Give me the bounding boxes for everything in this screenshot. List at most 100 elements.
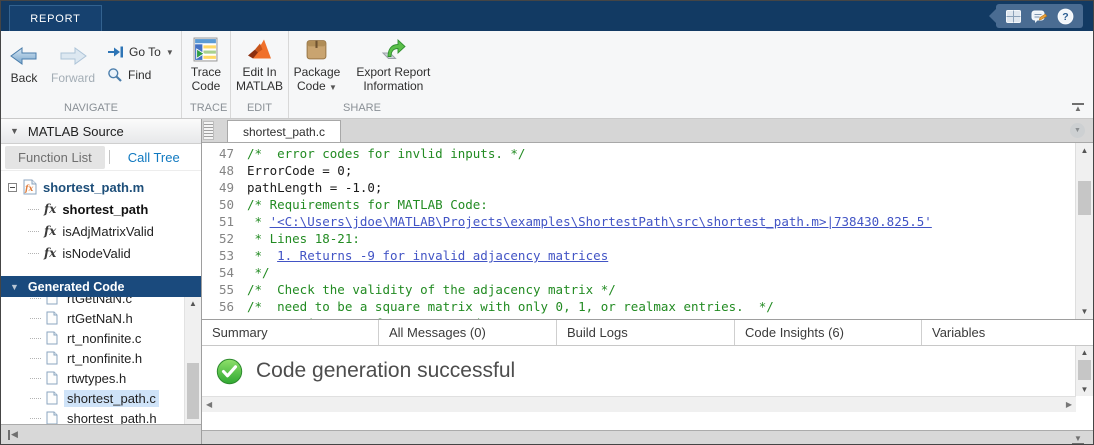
file-item-rtgetnan-c[interactable]: rtGetNaN.c: [1, 297, 201, 308]
back-button[interactable]: Back: [9, 37, 39, 85]
file-label: rt_nonfinite.h: [64, 350, 145, 367]
line-number: 53: [202, 247, 234, 264]
package-code-button[interactable]: Package Code ▼: [294, 37, 341, 95]
document-icon: [46, 331, 58, 345]
editor-scrollbar[interactable]: ▲ ▼: [1075, 143, 1093, 319]
tree-item-shortest-path[interactable]: fxshortest_path: [1, 198, 201, 220]
file-item-shortest-path-h[interactable]: shortest_path.h: [1, 408, 201, 424]
bottom-tab-all-messages-0[interactable]: All Messages (0): [379, 320, 557, 345]
bottom-tab-build-logs[interactable]: Build Logs: [557, 320, 735, 345]
line-number: 57: [202, 315, 234, 319]
code-line-56: 56/* need to be a square matrix with onl…: [202, 298, 1075, 315]
editor-tabbar: shortest_path.c ▼: [202, 119, 1093, 143]
file-label: rtGetNaN.h: [64, 310, 136, 327]
code-requirement-link[interactable]: '<C:\Users\jdoe\MATLAB\Projects\examples…: [270, 214, 932, 229]
tree-item-root-file[interactable]: fx shortest_path.m: [1, 176, 201, 198]
collapse-sidebar-icon[interactable]: ◀: [8, 429, 18, 440]
editor-tab-shortest-path-c[interactable]: shortest_path.c: [227, 120, 341, 142]
content-area: shortest_path.c ▼ 47/* error codes for i…: [202, 119, 1093, 444]
export-report-icon: [380, 37, 406, 62]
code-text: /* Check the validity of the adjacency m…: [247, 282, 616, 297]
splitter-grip-icon[interactable]: [203, 121, 214, 140]
code-lines[interactable]: 47/* error codes for invlid inputs. */48…: [202, 143, 1075, 319]
scroll-left-icon[interactable]: ◀: [206, 397, 212, 412]
code-line-49: 49pathLength = -1.0;: [202, 179, 1075, 196]
code-text: ErrorCode = 0;: [247, 163, 352, 178]
code-requirement-link[interactable]: 1. Returns -9 for invalid adjacency matr…: [277, 248, 608, 263]
tab-function-list[interactable]: Function List: [5, 146, 105, 169]
titlebar: REPORT ?: [1, 1, 1093, 31]
tree-connector: [28, 253, 39, 254]
code-line-51: 51 * '<C:\Users\jdoe\MATLAB\Projects\exa…: [202, 213, 1075, 230]
layout-grid-icon[interactable]: [1005, 8, 1022, 25]
file-item-rt-nonfinite-h[interactable]: rt_nonfinite.h: [1, 348, 201, 368]
tree-item-isnodevalid[interactable]: fxisNodeValid: [1, 242, 201, 264]
collapse-minus-icon[interactable]: [8, 183, 17, 192]
minimize-toolstrip-icon[interactable]: ▲: [1072, 103, 1084, 112]
matlab-source-header[interactable]: ▼ MATLAB Source: [1, 119, 201, 144]
document-icon: [46, 391, 58, 405]
ribbon-group-edit: Edit In MATLAB EDIT: [230, 31, 288, 118]
scroll-up-icon[interactable]: ▲: [185, 299, 201, 308]
find-button[interactable]: Find: [107, 67, 174, 83]
code-line-53: 53 * 1. Returns -9 for invalid adjacency…: [202, 247, 1075, 264]
file-label: rt_nonfinite.c: [64, 330, 144, 347]
sidebar: ▼ MATLAB Source Function List Call Tree …: [1, 119, 202, 444]
bottom-panel-body: Code generation successful ▲ ▼: [202, 346, 1093, 396]
file-item-rt-nonfinite-c[interactable]: rt_nonfinite.c: [1, 328, 201, 348]
bottom-tab-summary[interactable]: Summary: [202, 320, 379, 345]
export-report-button[interactable]: Export Report Information: [356, 37, 430, 93]
bottom-panel-scrollbar[interactable]: ▲ ▼: [1075, 346, 1093, 396]
code-line-54: 54 */: [202, 264, 1075, 281]
annotate-comment-icon[interactable]: [1031, 8, 1048, 25]
matlab-logo-icon: [247, 37, 273, 62]
tree-connector: [30, 398, 41, 399]
scroll-up-icon[interactable]: ▲: [1076, 146, 1093, 155]
file-item-rtwtypes-h[interactable]: rtwtypes.h: [1, 368, 201, 388]
tree-connector: [30, 338, 41, 339]
edit-in-matlab-button[interactable]: Edit In MATLAB: [236, 37, 283, 93]
code-text: * Lines 18-21:: [247, 231, 360, 246]
goto-dropdown-arrow: ▼: [166, 48, 174, 57]
code-generation-status-text: Code generation successful: [256, 359, 515, 383]
generated-code-header[interactable]: ▼ Generated Code: [1, 276, 201, 297]
svg-text:fx: fx: [24, 183, 33, 193]
goto-button[interactable]: Go To ▼: [107, 45, 174, 59]
code-line-52: 52 * Lines 18-21:: [202, 230, 1075, 247]
scroll-down-icon[interactable]: ▼: [1076, 307, 1093, 316]
code-line-50: 50/* Requirements for MATLAB Code:: [202, 196, 1075, 213]
tab-call-tree[interactable]: Call Tree: [114, 146, 194, 169]
bottom-tab-code-insights-6[interactable]: Code Insights (6): [735, 320, 922, 345]
success-check-icon: [216, 358, 243, 385]
matlab-source-title: MATLAB Source: [28, 124, 124, 139]
scrollbar-thumb[interactable]: [187, 363, 199, 419]
scrollbar-thumb[interactable]: [1078, 181, 1091, 215]
ribbon-group-share: Package Code ▼ Export Report Information…: [288, 31, 435, 118]
file-label: rtwtypes.h: [64, 370, 129, 387]
tab-report[interactable]: REPORT: [9, 5, 102, 31]
document-icon: [46, 351, 58, 365]
scrollbar-thumb[interactable]: [1078, 360, 1091, 380]
collapse-bottom-panel-icon[interactable]: ▼: [1072, 436, 1084, 445]
bottom-tab-variables[interactable]: Variables: [922, 320, 1093, 345]
line-number: 52: [202, 230, 234, 247]
file-label: rtGetNaN.c: [64, 297, 135, 307]
forward-button[interactable]: Forward: [51, 37, 95, 85]
scroll-up-icon[interactable]: ▲: [1076, 348, 1093, 357]
file-item-shortest-path-c[interactable]: shortest_path.c: [1, 388, 201, 408]
trace-code-button[interactable]: Trace Code: [191, 37, 221, 93]
summary-message: Code generation successful: [202, 346, 1075, 396]
scroll-right-icon[interactable]: ▶: [1066, 397, 1072, 412]
tree-connector: [30, 378, 41, 379]
sidebar-scrollbar[interactable]: ▲: [184, 297, 201, 424]
code-line-48: 48ErrorCode = 0;: [202, 162, 1075, 179]
tab-list-menu-icon[interactable]: ▼: [1070, 123, 1085, 138]
tree-item-isadjmatrixvalid[interactable]: fxisAdjMatrixValid: [1, 220, 201, 242]
svg-text:?: ?: [1062, 11, 1068, 23]
help-icon[interactable]: ?: [1057, 8, 1074, 25]
bottom-horizontal-scrollbar[interactable]: ◀ ▶: [202, 396, 1076, 412]
line-number: 49: [202, 179, 234, 196]
scroll-down-icon[interactable]: ▼: [1076, 385, 1093, 394]
root-file-label: shortest_path.m: [43, 180, 144, 195]
file-item-rtgetnan-h[interactable]: rtGetNaN.h: [1, 308, 201, 328]
